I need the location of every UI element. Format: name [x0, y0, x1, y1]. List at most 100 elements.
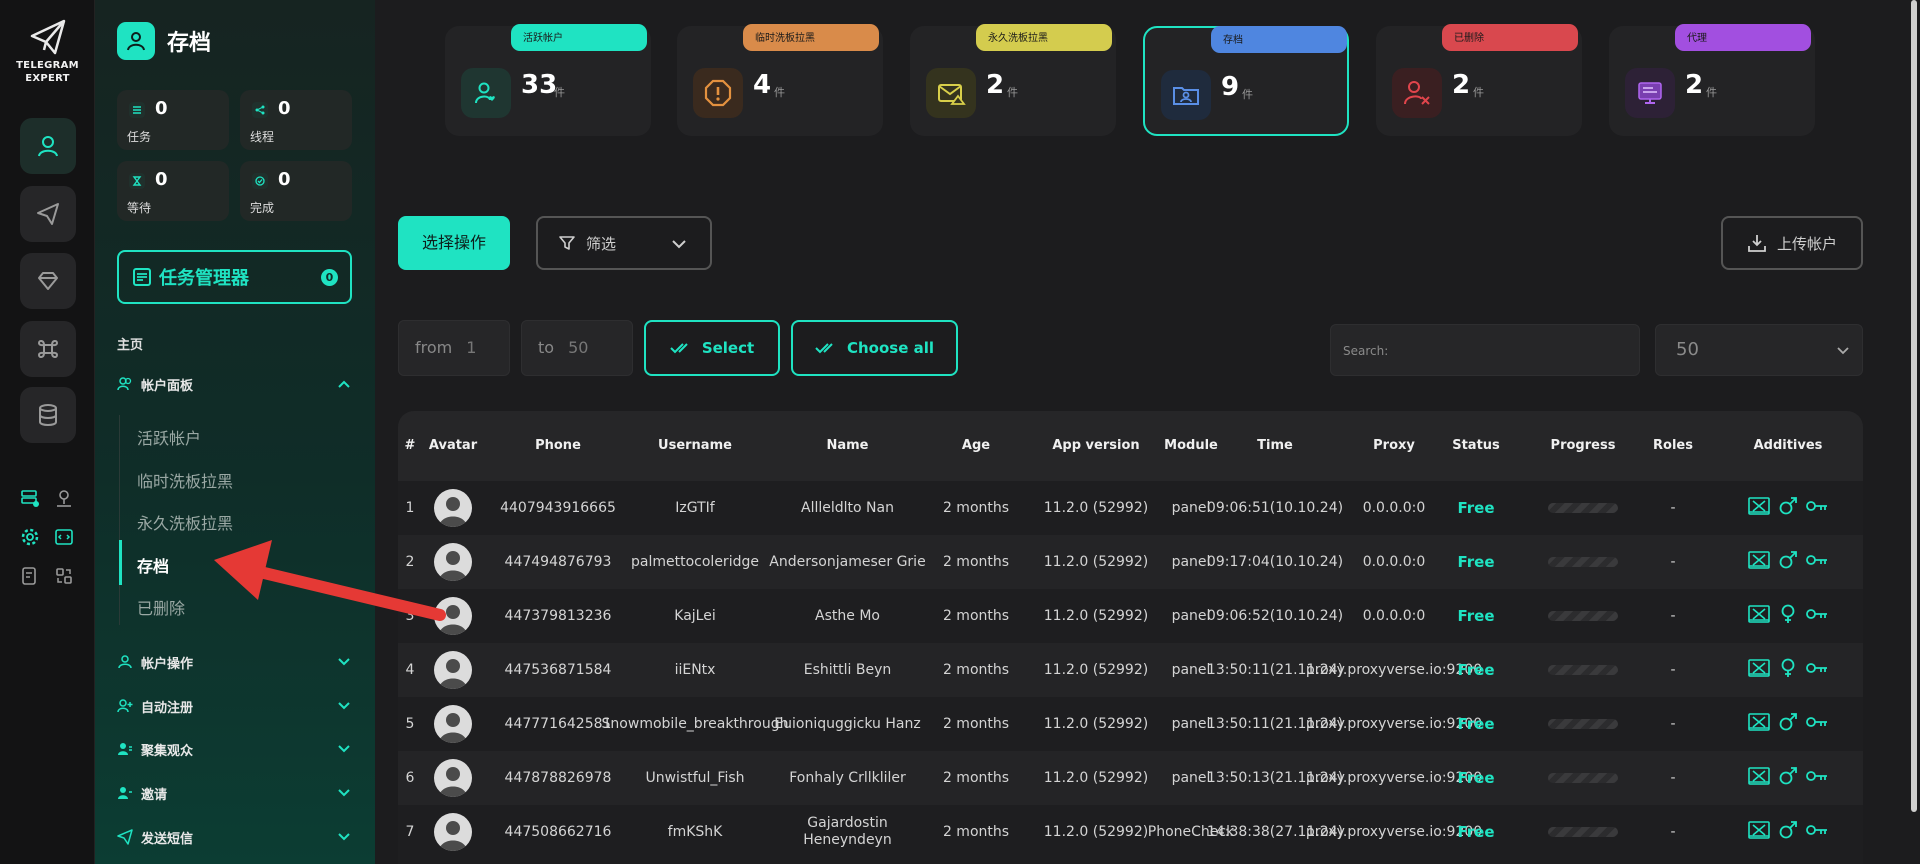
app-logo[interactable]: TELEGRAM EXPERT [0, 18, 95, 85]
avatar[interactable] [434, 705, 472, 743]
rail-database-button[interactable] [20, 387, 76, 443]
choose-all-button[interactable]: Choose all [791, 320, 958, 376]
mail-blocked-icon[interactable] [1748, 766, 1770, 790]
group-send-sms[interactable]: 发送短信 [117, 826, 352, 848]
swap-icon[interactable] [53, 565, 75, 587]
table-row[interactable]: 3 447379813236 KajLei Asthe Mo 2 months 11.2.… [398, 589, 1863, 643]
col-status[interactable]: Status [1441, 411, 1511, 481]
col-proxy[interactable]: Proxy [1329, 411, 1459, 481]
mail-blocked-icon[interactable] [1748, 604, 1770, 628]
group-auto-register[interactable]: 自动注册 [117, 695, 352, 717]
rail-accounts-button[interactable] [20, 118, 76, 174]
cell-username[interactable]: palmettocoleridge [620, 535, 770, 589]
col-username[interactable]: Username [620, 411, 770, 481]
key-icon[interactable] [1806, 661, 1828, 680]
table-row[interactable]: 4 447536871584 iiENtx Eshittli Beyn 2 months… [398, 643, 1863, 697]
cell-phone[interactable]: 4407943916665 [488, 481, 628, 535]
subitem-perm-ban[interactable]: 永久洗板拉黑 [137, 510, 337, 534]
table-row[interactable]: 7 447508662716 fmKShK Gajardostin Heneyndey… [398, 805, 1863, 859]
mail-blocked-icon[interactable] [1748, 658, 1770, 682]
col-avatar[interactable]: Avatar [423, 411, 483, 481]
avatar[interactable] [434, 489, 472, 527]
subitem-active-accounts[interactable]: 活跃帐户 [137, 425, 337, 449]
col-age[interactable]: Age [916, 411, 1036, 481]
cell-username[interactable]: Snowmobile_breakthrough [602, 697, 789, 751]
col-roles[interactable]: Roles [1638, 411, 1708, 481]
mail-blocked-icon[interactable] [1748, 820, 1770, 844]
document-check-icon[interactable] [19, 565, 41, 587]
avatar[interactable] [434, 651, 472, 689]
male-icon[interactable] [1778, 550, 1798, 575]
male-icon[interactable] [1778, 496, 1798, 521]
avatar[interactable] [434, 543, 472, 581]
female-icon[interactable] [1778, 658, 1798, 683]
rail-send-button[interactable] [20, 186, 76, 242]
server-settings-icon[interactable] [19, 487, 41, 509]
group-account-actions[interactable]: 帐户操作 [117, 651, 352, 673]
group-invite[interactable]: 邀请 [117, 782, 352, 804]
group-gather-audience[interactable]: 聚集观众 [117, 738, 352, 760]
key-icon[interactable] [1806, 769, 1828, 788]
location-user-icon[interactable] [53, 487, 75, 509]
select-range-button[interactable]: Select [644, 320, 780, 376]
cell-username[interactable]: Unwistful_Fish [620, 751, 770, 805]
male-icon[interactable] [1778, 820, 1798, 845]
key-icon[interactable] [1806, 715, 1828, 734]
card-temp-ban[interactable]: 临时洗板拉黑 4 件 [677, 24, 883, 136]
range-to-input[interactable]: to 50 [521, 320, 633, 376]
mail-blocked-icon[interactable] [1748, 496, 1770, 520]
female-icon[interactable] [1778, 604, 1798, 629]
table-row[interactable]: 6 447878826978 Unwistful_Fish Fonhaly Crllk… [398, 751, 1863, 805]
key-icon[interactable] [1806, 607, 1828, 626]
upload-accounts-button[interactable]: 上传帐户 [1721, 216, 1863, 270]
table-row[interactable]: 1 4407943916665 IzGTIf Allleldlto Nan 2 mont… [398, 481, 1863, 535]
col-phone[interactable]: Phone [488, 411, 628, 481]
cell-username[interactable]: KajLei [620, 589, 770, 643]
search-input[interactable]: Search: [1330, 324, 1640, 376]
table-row[interactable]: 2 447494876793 palmettocoleridge Andersonja… [398, 535, 1863, 589]
card-active-accounts[interactable]: 活跃帐户 33 件 [445, 24, 651, 136]
cell-phone[interactable]: 447379813236 [488, 589, 628, 643]
cell-phone[interactable]: 447878826978 [488, 751, 628, 805]
male-icon[interactable] [1778, 712, 1798, 737]
cell-username[interactable]: iiENtx [620, 643, 770, 697]
col-progress[interactable]: Progress [1528, 411, 1638, 481]
cell-username[interactable]: IzGTIf [620, 481, 770, 535]
rail-premium-button[interactable] [20, 253, 76, 309]
group-account-panel[interactable]: 帐户面板 [117, 373, 352, 395]
table-row[interactable]: 5 447771642581 Snowmobile_breakthrough Euio… [398, 697, 1863, 751]
key-icon[interactable] [1806, 499, 1828, 518]
subitem-deleted[interactable]: 已删除 [137, 595, 337, 619]
subitem-temp-ban[interactable]: 临时洗板拉黑 [137, 468, 337, 492]
page-scrollbar[interactable] [1911, 0, 1917, 812]
avatar[interactable] [434, 813, 472, 851]
card-archive[interactable]: 存档 9 件 [1143, 26, 1349, 136]
mail-blocked-icon[interactable] [1748, 550, 1770, 574]
key-icon[interactable] [1806, 553, 1828, 572]
range-from-input[interactable]: from 1 [398, 320, 510, 376]
cell-phone[interactable]: 447508662716 [488, 805, 628, 859]
page-size-select[interactable]: 50 [1655, 324, 1863, 376]
col-additives[interactable]: Additives [1728, 411, 1848, 481]
cell-phone[interactable]: 447536871584 [488, 643, 628, 697]
mail-blocked-icon[interactable] [1748, 712, 1770, 736]
col-time[interactable]: Time [1215, 411, 1335, 481]
code-icon[interactable] [53, 526, 75, 548]
card-proxy[interactable]: 代理 2 件 [1609, 24, 1815, 136]
col-index[interactable]: # [404, 411, 416, 481]
select-action-button[interactable]: 选择操作 [398, 216, 510, 270]
key-icon[interactable] [1806, 823, 1828, 842]
col-name[interactable]: Name [765, 411, 930, 481]
col-app-version[interactable]: App version [1036, 411, 1156, 481]
avatar[interactable] [434, 759, 472, 797]
subitem-archive[interactable]: 存档 [137, 553, 337, 577]
card-perm-ban[interactable]: 永久洗板拉黑 2 件 [910, 24, 1116, 136]
rail-command-button[interactable] [20, 321, 76, 377]
avatar[interactable] [434, 597, 472, 635]
card-deleted[interactable]: 已删除 2 件 [1376, 24, 1582, 136]
male-icon[interactable] [1778, 766, 1798, 791]
filter-dropdown[interactable]: 筛选 [536, 216, 712, 270]
settings-gear-icon[interactable] [19, 526, 41, 548]
cell-phone[interactable]: 447494876793 [488, 535, 628, 589]
cell-username[interactable]: fmKShK [620, 805, 770, 859]
